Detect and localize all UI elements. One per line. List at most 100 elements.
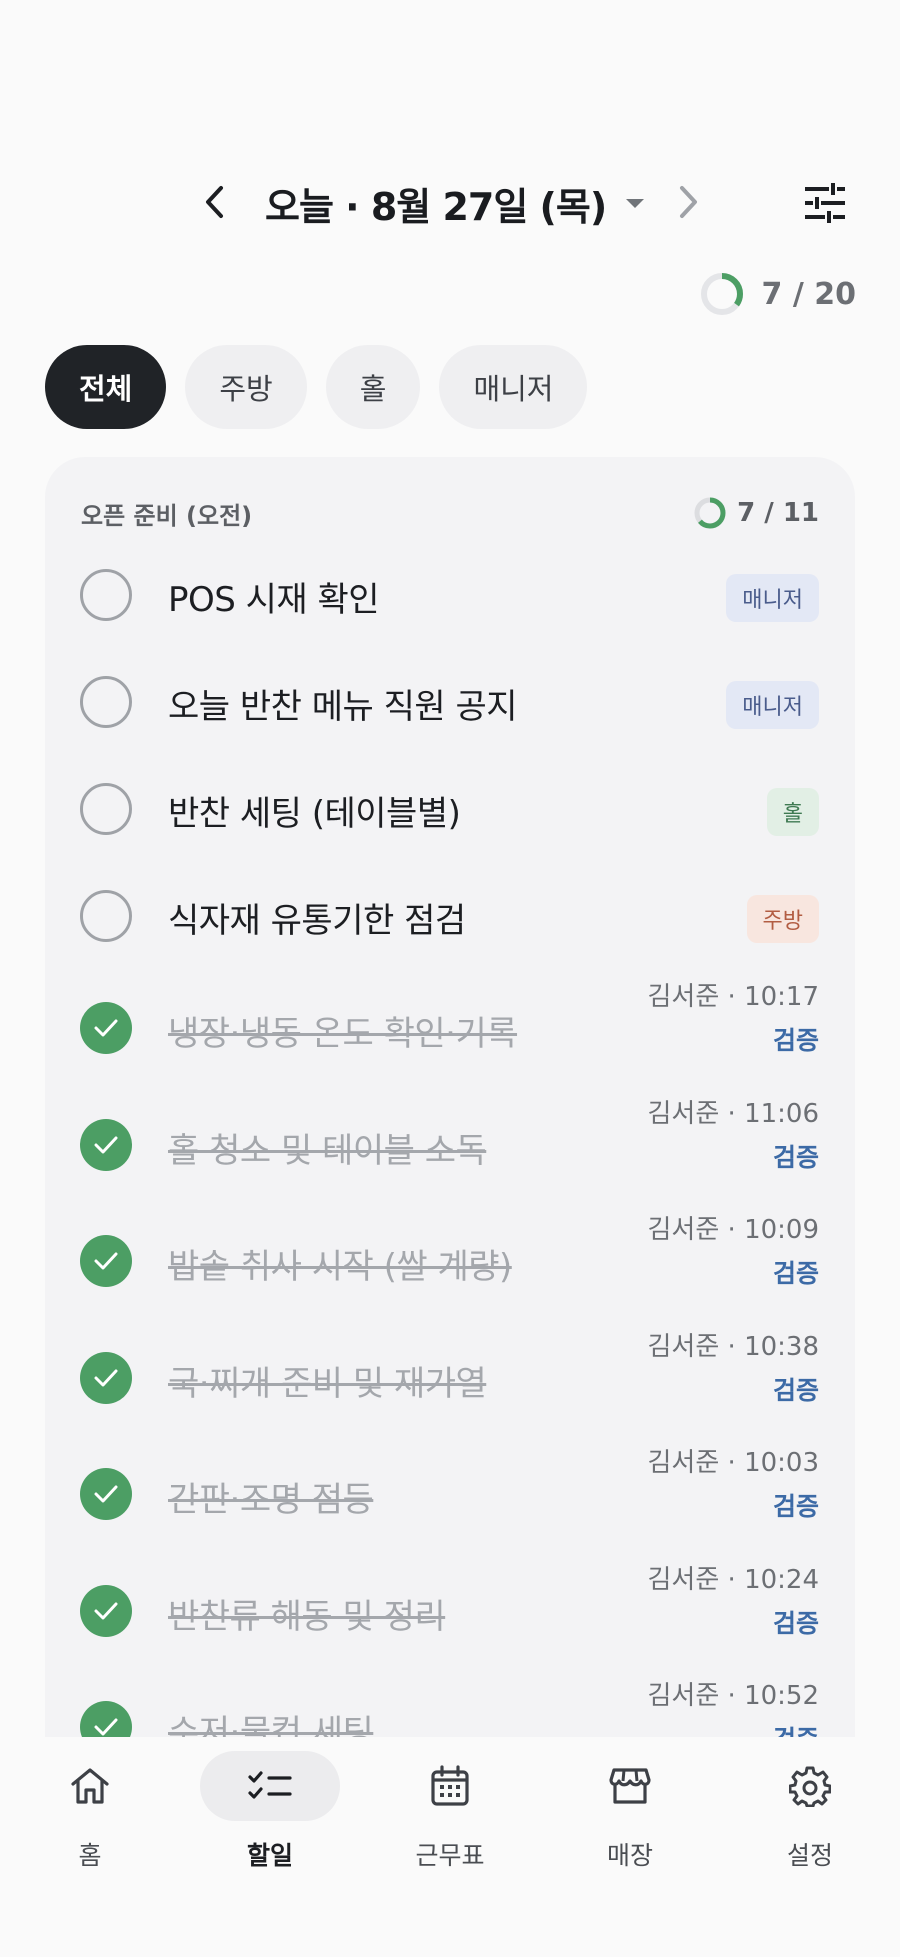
tab-store[interactable]: 매장 xyxy=(540,1737,720,1877)
role-badge: 주방 xyxy=(746,895,819,943)
home-icon xyxy=(20,1751,160,1821)
chevron-left-icon[interactable] xyxy=(195,182,235,222)
gear-icon xyxy=(740,1751,880,1821)
tab-home[interactable]: 홈 xyxy=(0,1737,180,1877)
completion-meta: 김서준 · 10:52 검증 xyxy=(648,1675,819,1737)
task-section-card: 오픈 준비 (오전) 7 / 11 POS 시재 확인 매니저 오늘 반찬 메뉴… xyxy=(45,457,855,1737)
tab-label: 할일 xyxy=(246,1841,293,1870)
chevron-right-icon[interactable] xyxy=(668,182,708,222)
completed-by: 김서준 · 10:09 xyxy=(647,1215,819,1245)
completed-by: 김서준 · 10:24 xyxy=(647,1564,819,1595)
bottom-navigation: 홈 할일 근무표 매장 설정 xyxy=(0,1737,900,1957)
category-filter-chips: 전체 주방 홀 매니저 xyxy=(45,345,606,429)
progress-count: 7 / 20 xyxy=(761,276,856,312)
task-name: 간판·조명 점등 xyxy=(168,1480,374,1520)
section-progress: 7 / 11 xyxy=(693,496,819,530)
task-name: 수저·물컵 세팅 xyxy=(168,1713,374,1737)
daily-progress: 7 / 20 xyxy=(700,272,856,316)
chip-hall[interactable]: 홀 xyxy=(325,345,421,429)
chip-kitchen[interactable]: 주방 xyxy=(185,345,307,429)
verify-link[interactable]: 검증 xyxy=(648,1487,819,1523)
completed-by: 김서준 · 10:52 xyxy=(647,1681,819,1711)
completed-by: 김서준 · 10:03 xyxy=(647,1448,819,1478)
checked-circle-icon[interactable] xyxy=(80,1235,132,1287)
task-name: 냉장·냉동 온도 확인·기록 xyxy=(168,1014,518,1054)
verify-link[interactable]: 검증 xyxy=(648,1604,819,1640)
tab-tasks[interactable]: 할일 xyxy=(180,1737,360,1877)
task-name: 식자재 유통기한 점검 xyxy=(168,901,466,941)
task-row[interactable]: 수저·물컵 세팅 김서준 · 10:52 검증 xyxy=(45,1669,855,1737)
completed-by: 김서준 · 10:38 xyxy=(647,1331,819,1362)
task-row[interactable]: 밥솥 취사 시작 (쌀 계량) 김서준 · 10:09 검증 xyxy=(45,1203,855,1320)
task-row[interactable]: 반찬 세팅 (테이블별) 홀 xyxy=(45,756,855,863)
unchecked-circle-icon[interactable] xyxy=(80,676,132,728)
checked-circle-icon[interactable] xyxy=(80,1584,132,1637)
task-row[interactable]: 홀 청소 및 테이블 소독 김서준 · 11:06 검증 xyxy=(45,1087,855,1204)
chip-label: 주방 xyxy=(219,372,273,406)
tab-label: 매장 xyxy=(606,1841,653,1870)
role-badge: 매니저 xyxy=(726,681,819,729)
progress-ring-icon xyxy=(694,497,726,529)
completed-by: 김서준 · 11:06 xyxy=(647,1098,819,1129)
calendar-icon xyxy=(380,1751,520,1821)
task-row[interactable]: 간판·조명 점등 김서준 · 10:03 검증 xyxy=(45,1436,855,1553)
chip-label: 홀 xyxy=(359,372,387,406)
task-row[interactable]: 반찬류 해동 및 정리 김서준 · 10:24 검증 xyxy=(45,1553,855,1670)
verify-link[interactable]: 검증 xyxy=(648,1720,819,1737)
store-icon xyxy=(560,1751,700,1821)
caret-down-icon xyxy=(626,198,645,208)
completion-meta: 김서준 · 10:03 검증 xyxy=(648,1442,819,1523)
task-name: 홀 청소 및 테이블 소독 xyxy=(168,1130,487,1171)
section-progress-count: 7 / 11 xyxy=(737,498,819,528)
unchecked-circle-icon[interactable] xyxy=(80,890,132,942)
completion-meta: 김서준 · 10:38 검증 xyxy=(648,1326,819,1407)
role-badge: 매니저 xyxy=(726,574,819,622)
checked-circle-icon[interactable] xyxy=(80,1002,132,1054)
task-name: POS 시재 확인 xyxy=(168,580,380,620)
task-name: 국·찌개 준비 및 재가열 xyxy=(168,1363,487,1404)
checklist-icon xyxy=(200,1751,340,1821)
tab-settings[interactable]: 설정 xyxy=(720,1737,900,1877)
task-row[interactable]: 식자재 유통기한 점검 주방 xyxy=(45,863,855,970)
chip-label: 전체 xyxy=(79,372,133,406)
checked-circle-icon[interactable] xyxy=(80,1468,132,1520)
task-name: 반찬 세팅 (테이블별) xyxy=(168,794,461,834)
task-name: 밥솥 취사 시작 (쌀 계량) xyxy=(168,1247,512,1287)
tab-label: 홈 xyxy=(78,1841,102,1870)
verify-link[interactable]: 검증 xyxy=(648,1254,819,1290)
tab-schedule[interactable]: 근무표 xyxy=(360,1737,540,1877)
tab-label: 설정 xyxy=(786,1841,833,1870)
progress-ring-icon xyxy=(700,273,743,315)
chip-all[interactable]: 전체 xyxy=(45,345,167,429)
task-name: 오늘 반찬 메뉴 직원 공지 xyxy=(168,687,518,727)
completion-meta: 김서준 · 10:09 검증 xyxy=(648,1209,819,1290)
completion-meta: 김서준 · 10:17 검증 xyxy=(648,976,819,1057)
section-header: 오픈 준비 (오전) 7 / 11 xyxy=(81,493,819,533)
task-row[interactable]: POS 시재 확인 매니저 xyxy=(45,542,855,649)
chip-label: 매니저 xyxy=(473,372,554,406)
tab-label: 근무표 xyxy=(415,1841,485,1870)
task-list: POS 시재 확인 매니저 오늘 반찬 메뉴 직원 공지 매니저 반찬 세팅 (… xyxy=(45,542,855,1737)
task-row[interactable]: 냉장·냉동 온도 확인·기록 김서준 · 10:17 검증 xyxy=(45,970,855,1087)
task-row[interactable]: 오늘 반찬 메뉴 직원 공지 매니저 xyxy=(45,649,855,756)
unchecked-circle-icon[interactable] xyxy=(80,569,132,621)
completed-by: 김서준 · 10:17 xyxy=(647,982,819,1012)
verify-link[interactable]: 검증 xyxy=(648,1138,819,1174)
unchecked-circle-icon[interactable] xyxy=(80,783,132,835)
verify-link[interactable]: 검증 xyxy=(648,1021,819,1057)
date-selector[interactable]: 오늘 · 8월 27일 (목) xyxy=(265,178,645,229)
date-header: 오늘 · 8월 27일 (목) xyxy=(0,168,900,238)
section-title: 오픈 준비 (오전) xyxy=(81,501,253,530)
task-row[interactable]: 국·찌개 준비 및 재가열 김서준 · 10:38 검증 xyxy=(45,1320,855,1437)
completion-meta: 김서준 · 10:24 검증 xyxy=(648,1559,819,1640)
checked-circle-icon[interactable] xyxy=(80,1351,132,1404)
task-name: 반찬류 해동 및 정리 xyxy=(168,1596,446,1637)
date-title: 오늘 · 8월 27일 (목) xyxy=(265,184,607,229)
checked-circle-icon[interactable] xyxy=(80,1118,132,1171)
role-badge: 홀 xyxy=(766,788,819,836)
tune-sliders-icon[interactable] xyxy=(800,178,850,228)
chip-manager[interactable]: 매니저 xyxy=(439,345,588,429)
verify-link[interactable]: 검증 xyxy=(648,1371,819,1407)
completion-meta: 김서준 · 11:06 검증 xyxy=(648,1093,819,1174)
checked-circle-icon[interactable] xyxy=(80,1701,132,1737)
